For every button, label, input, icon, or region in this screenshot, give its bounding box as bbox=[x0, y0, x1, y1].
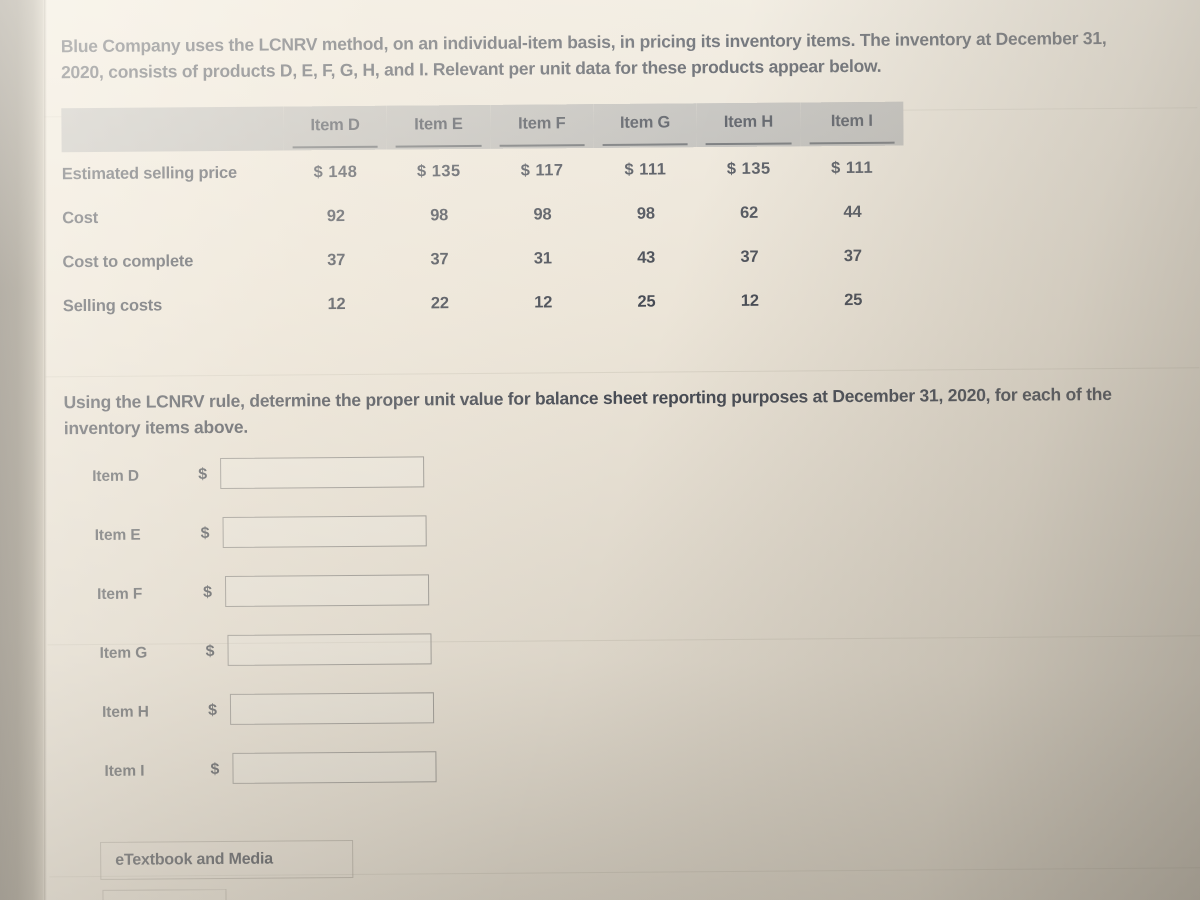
currency-symbol: $ bbox=[200, 525, 210, 543]
column-header-label: Item D bbox=[310, 115, 360, 134]
cell-selling-costs-item-e: 22 bbox=[430, 293, 449, 312]
cell-cost-to-complete-item-i: 37 bbox=[843, 246, 862, 265]
cell-selling-costs-item-g: 25 bbox=[637, 292, 656, 311]
answer-input-item-g[interactable] bbox=[227, 633, 432, 666]
column-header-item-i: Item I bbox=[799, 101, 904, 147]
column-header-rule bbox=[705, 142, 792, 146]
cell-estimated-selling-price-item-f: $ 117 bbox=[520, 160, 564, 180]
cell-cost-item-f: 98 bbox=[533, 204, 552, 224]
cell-selling-costs-item-f: 12 bbox=[534, 292, 553, 312]
cell-cost-item-h: 62 bbox=[740, 203, 759, 222]
answer-row-item-d: Item D $ bbox=[0, 455, 600, 519]
cell-cost-to-complete-item-e: 37 bbox=[430, 249, 449, 268]
currency-symbol: $ bbox=[198, 466, 208, 484]
column-header-rule bbox=[292, 145, 378, 149]
answer-label-item-h: Item H bbox=[101, 703, 149, 721]
cell-cost-item-g: 98 bbox=[636, 204, 655, 223]
question-intro-text: Blue Company uses the LCNRV method, on a… bbox=[60, 28, 1107, 83]
table-corner-header bbox=[61, 106, 284, 153]
table-header-row: Item D Item E Item F Item G Item H Item … bbox=[61, 101, 904, 153]
answer-input-item-h[interactable] bbox=[229, 692, 435, 725]
etextbook-and-media-label: eTextbook and Media bbox=[115, 850, 273, 869]
answer-label-item-f: Item F bbox=[97, 585, 143, 603]
cell-cost-to-complete-item-f: 31 bbox=[533, 248, 552, 268]
table-row: Cost 92 98 98 98 62 44 bbox=[62, 190, 904, 241]
cell-estimated-selling-price-item-i: $ 111 bbox=[831, 158, 874, 177]
screenshot-root: Blue Company uses the LCNRV method, on a… bbox=[0, 0, 1200, 900]
column-header-label: Item E bbox=[414, 114, 463, 133]
answer-row-item-g: Item G $ bbox=[1, 632, 601, 696]
answer-label-item-i: Item I bbox=[104, 762, 145, 780]
answer-input-item-i[interactable] bbox=[232, 751, 437, 784]
row-label-cost: Cost bbox=[62, 208, 99, 227]
cell-estimated-selling-price-item-e: $ 135 bbox=[416, 161, 461, 180]
cell-cost-item-i: 44 bbox=[843, 202, 862, 221]
table-row: Cost to complete 37 37 31 43 37 37 bbox=[62, 234, 904, 285]
cell-cost-to-complete-item-d: 37 bbox=[327, 250, 346, 269]
currency-symbol: $ bbox=[207, 702, 218, 720]
answer-row-item-i: Item I $ bbox=[2, 750, 602, 814]
cell-cost-item-e: 98 bbox=[430, 205, 449, 224]
currency-symbol: $ bbox=[210, 760, 220, 779]
row-label-selling-costs: Selling costs bbox=[62, 295, 163, 315]
cell-selling-costs-item-d: 12 bbox=[327, 294, 346, 313]
question-task-text: Using the LCNRV rule, determine the prop… bbox=[63, 383, 1112, 439]
bottom-partial-button[interactable] bbox=[102, 888, 227, 900]
column-header-label: Item H bbox=[723, 112, 774, 131]
column-header-item-g: Item G bbox=[593, 103, 697, 149]
answer-row-item-e: Item E $ bbox=[1, 514, 601, 578]
currency-symbol: $ bbox=[203, 584, 213, 602]
answer-row-item-f: Item F $ bbox=[1, 573, 601, 637]
answer-label-item-d: Item D bbox=[92, 467, 140, 485]
column-header-item-d: Item D bbox=[283, 105, 387, 151]
cell-estimated-selling-price-item-g: $ 111 bbox=[624, 159, 667, 179]
cell-selling-costs-item-i: 25 bbox=[844, 290, 863, 309]
column-header-rule bbox=[602, 143, 688, 146]
cell-cost-to-complete-item-h: 37 bbox=[740, 247, 759, 266]
cell-estimated-selling-price-item-h: $ 135 bbox=[726, 159, 771, 178]
cell-cost-item-d: 92 bbox=[326, 206, 345, 225]
column-header-rule bbox=[395, 144, 482, 148]
cell-selling-costs-item-h: 12 bbox=[740, 291, 759, 310]
table-row: Estimated selling price $ 148 $ 135 $ 11… bbox=[62, 146, 904, 197]
answer-input-item-d[interactable] bbox=[220, 456, 425, 489]
column-header-item-f: Item F bbox=[489, 104, 594, 149]
answer-label-item-e: Item E bbox=[94, 526, 141, 544]
row-label-cost-to-complete: Cost to complete bbox=[62, 251, 194, 271]
answer-entry-list: Item D $ Item E $ Item F $ Item G $ Item bbox=[0, 455, 603, 814]
cell-cost-to-complete-item-g: 43 bbox=[637, 248, 656, 267]
column-header-rule bbox=[499, 144, 585, 147]
answer-input-item-f[interactable] bbox=[224, 574, 430, 607]
answer-input-item-e[interactable] bbox=[222, 515, 427, 548]
answer-label-item-g: Item G bbox=[99, 644, 148, 662]
column-header-rule bbox=[809, 141, 895, 145]
column-header-label: Item F bbox=[517, 113, 566, 133]
column-header-label: Item I bbox=[830, 111, 873, 130]
row-label-estimated-selling-price: Estimated selling price bbox=[61, 163, 238, 183]
per-unit-data-table: Item D Item E Item F Item G Item H Item … bbox=[61, 101, 905, 329]
column-header-item-e: Item E bbox=[386, 104, 491, 150]
cell-estimated-selling-price-item-d: $ 148 bbox=[313, 162, 358, 181]
currency-symbol: $ bbox=[205, 643, 215, 661]
column-header-item-h: Item H bbox=[696, 102, 801, 148]
content-plate: Blue Company uses the LCNRV method, on a… bbox=[0, 0, 1200, 900]
column-header-label: Item G bbox=[619, 112, 671, 132]
answer-row-item-h: Item H $ bbox=[2, 691, 602, 755]
etextbook-and-media-button[interactable]: eTextbook and Media bbox=[100, 839, 354, 880]
table-row: Selling costs 12 22 12 25 12 25 bbox=[63, 278, 905, 329]
